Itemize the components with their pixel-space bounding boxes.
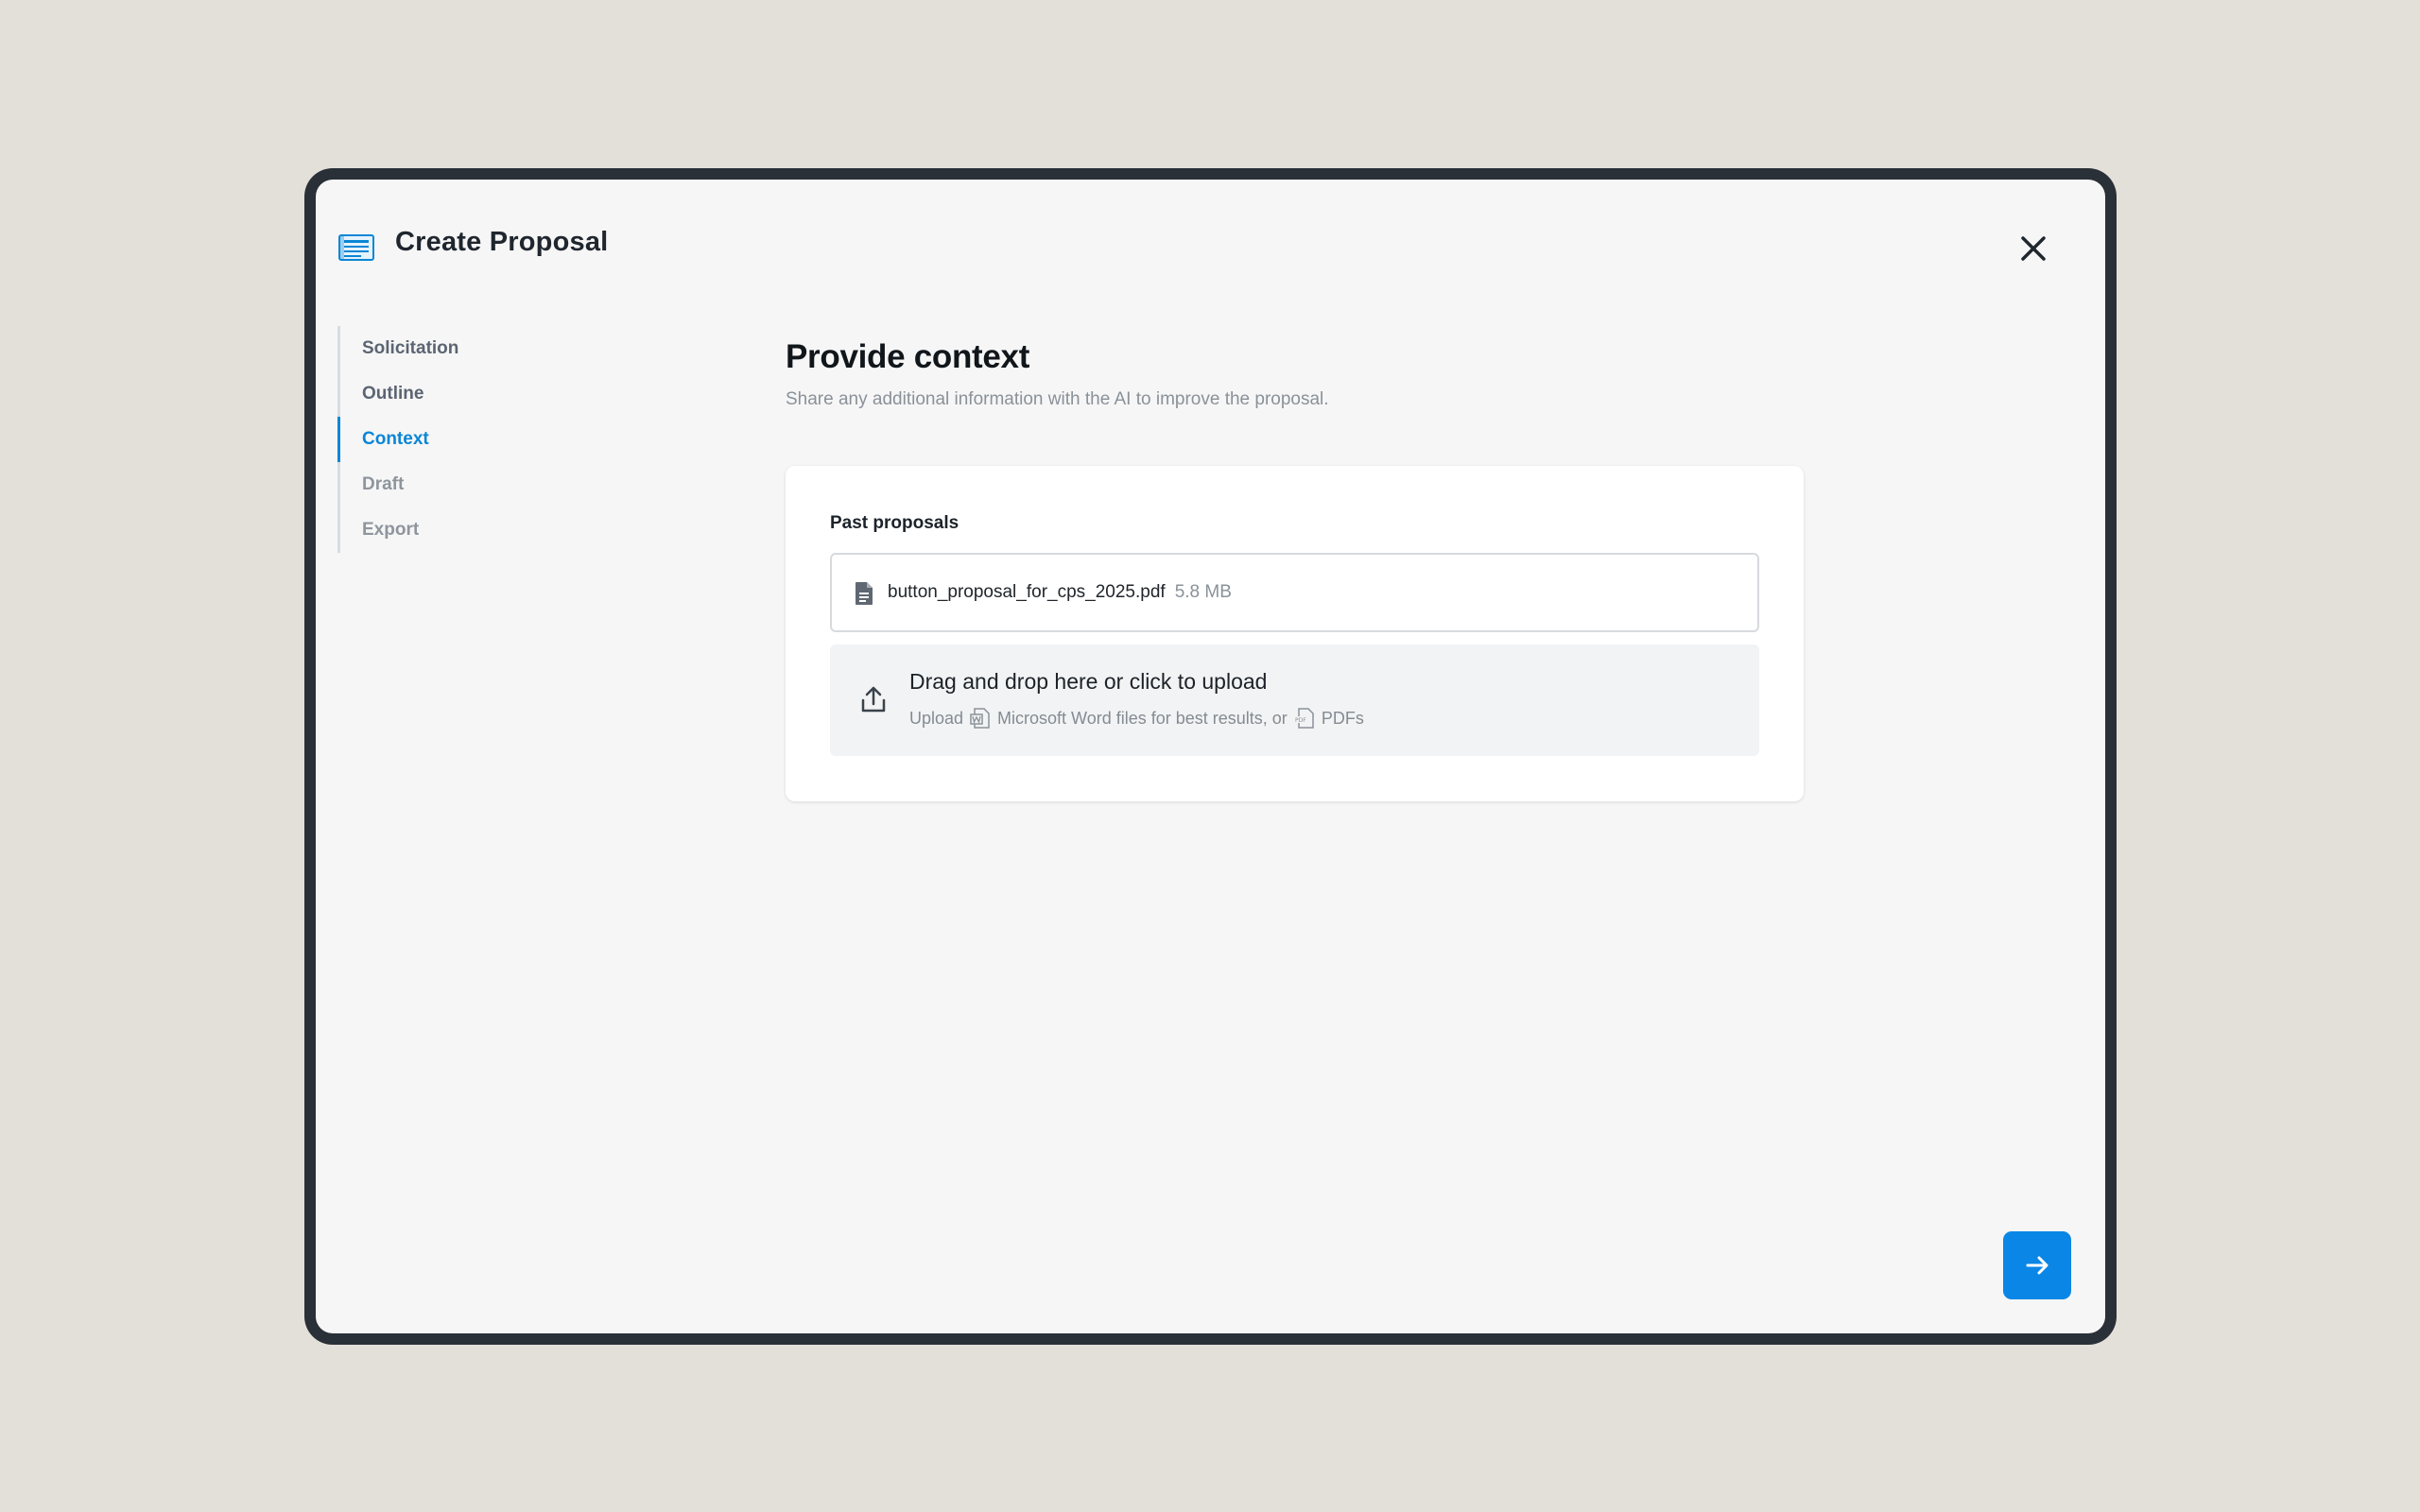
upload-icon <box>861 686 886 713</box>
step-draft[interactable]: Draft <box>340 462 621 507</box>
page-title: Provide context <box>786 338 1030 375</box>
step-navigation: Solicitation Outline Context Draft Expor… <box>337 326 621 553</box>
upload-dropzone[interactable]: Drag and drop here or click to upload Up… <box>830 644 1759 756</box>
step-export[interactable]: Export <box>340 507 621 553</box>
svg-text:PDF: PDF <box>1295 717 1306 724</box>
hint-upload-text: Upload <box>909 708 964 728</box>
dropzone-hint: Upload Microsoft Word files for best res… <box>909 707 1364 730</box>
create-proposal-dialog: Create Proposal Solicitation Outline Con… <box>316 180 2105 1333</box>
hint-pdf-text: PDFs <box>1321 708 1364 728</box>
uploaded-file-item[interactable]: button_proposal_for_cps_2025.pdf 5.8 MB <box>830 553 1759 632</box>
arrow-right-icon <box>2026 1256 2048 1275</box>
step-context[interactable]: Context <box>337 417 621 462</box>
next-button[interactable] <box>2003 1231 2071 1299</box>
word-file-icon <box>970 708 990 729</box>
file-name: button_proposal_for_cps_2025.pdf 5.8 MB <box>888 582 1232 603</box>
proposal-document-icon <box>338 234 374 261</box>
document-icon <box>856 582 873 605</box>
file-size: 5.8 MB <box>1174 582 1232 602</box>
step-solicitation[interactable]: Solicitation <box>340 326 621 371</box>
page-subtitle: Share any additional information with th… <box>786 389 1329 409</box>
context-card: Past proposals button_proposal_for_cps_2… <box>786 466 1804 801</box>
hint-word-text: Microsoft Word files for best results, o… <box>997 708 1288 728</box>
dialog-title: Create Proposal <box>395 227 609 257</box>
past-proposals-label: Past proposals <box>830 513 959 533</box>
step-outline[interactable]: Outline <box>340 371 621 417</box>
dropzone-title: Drag and drop here or click to upload <box>909 669 1268 694</box>
file-name-text: button_proposal_for_cps_2025.pdf <box>888 582 1166 602</box>
pdf-file-icon: PDF <box>1293 708 1314 729</box>
close-icon[interactable] <box>2017 232 2049 265</box>
